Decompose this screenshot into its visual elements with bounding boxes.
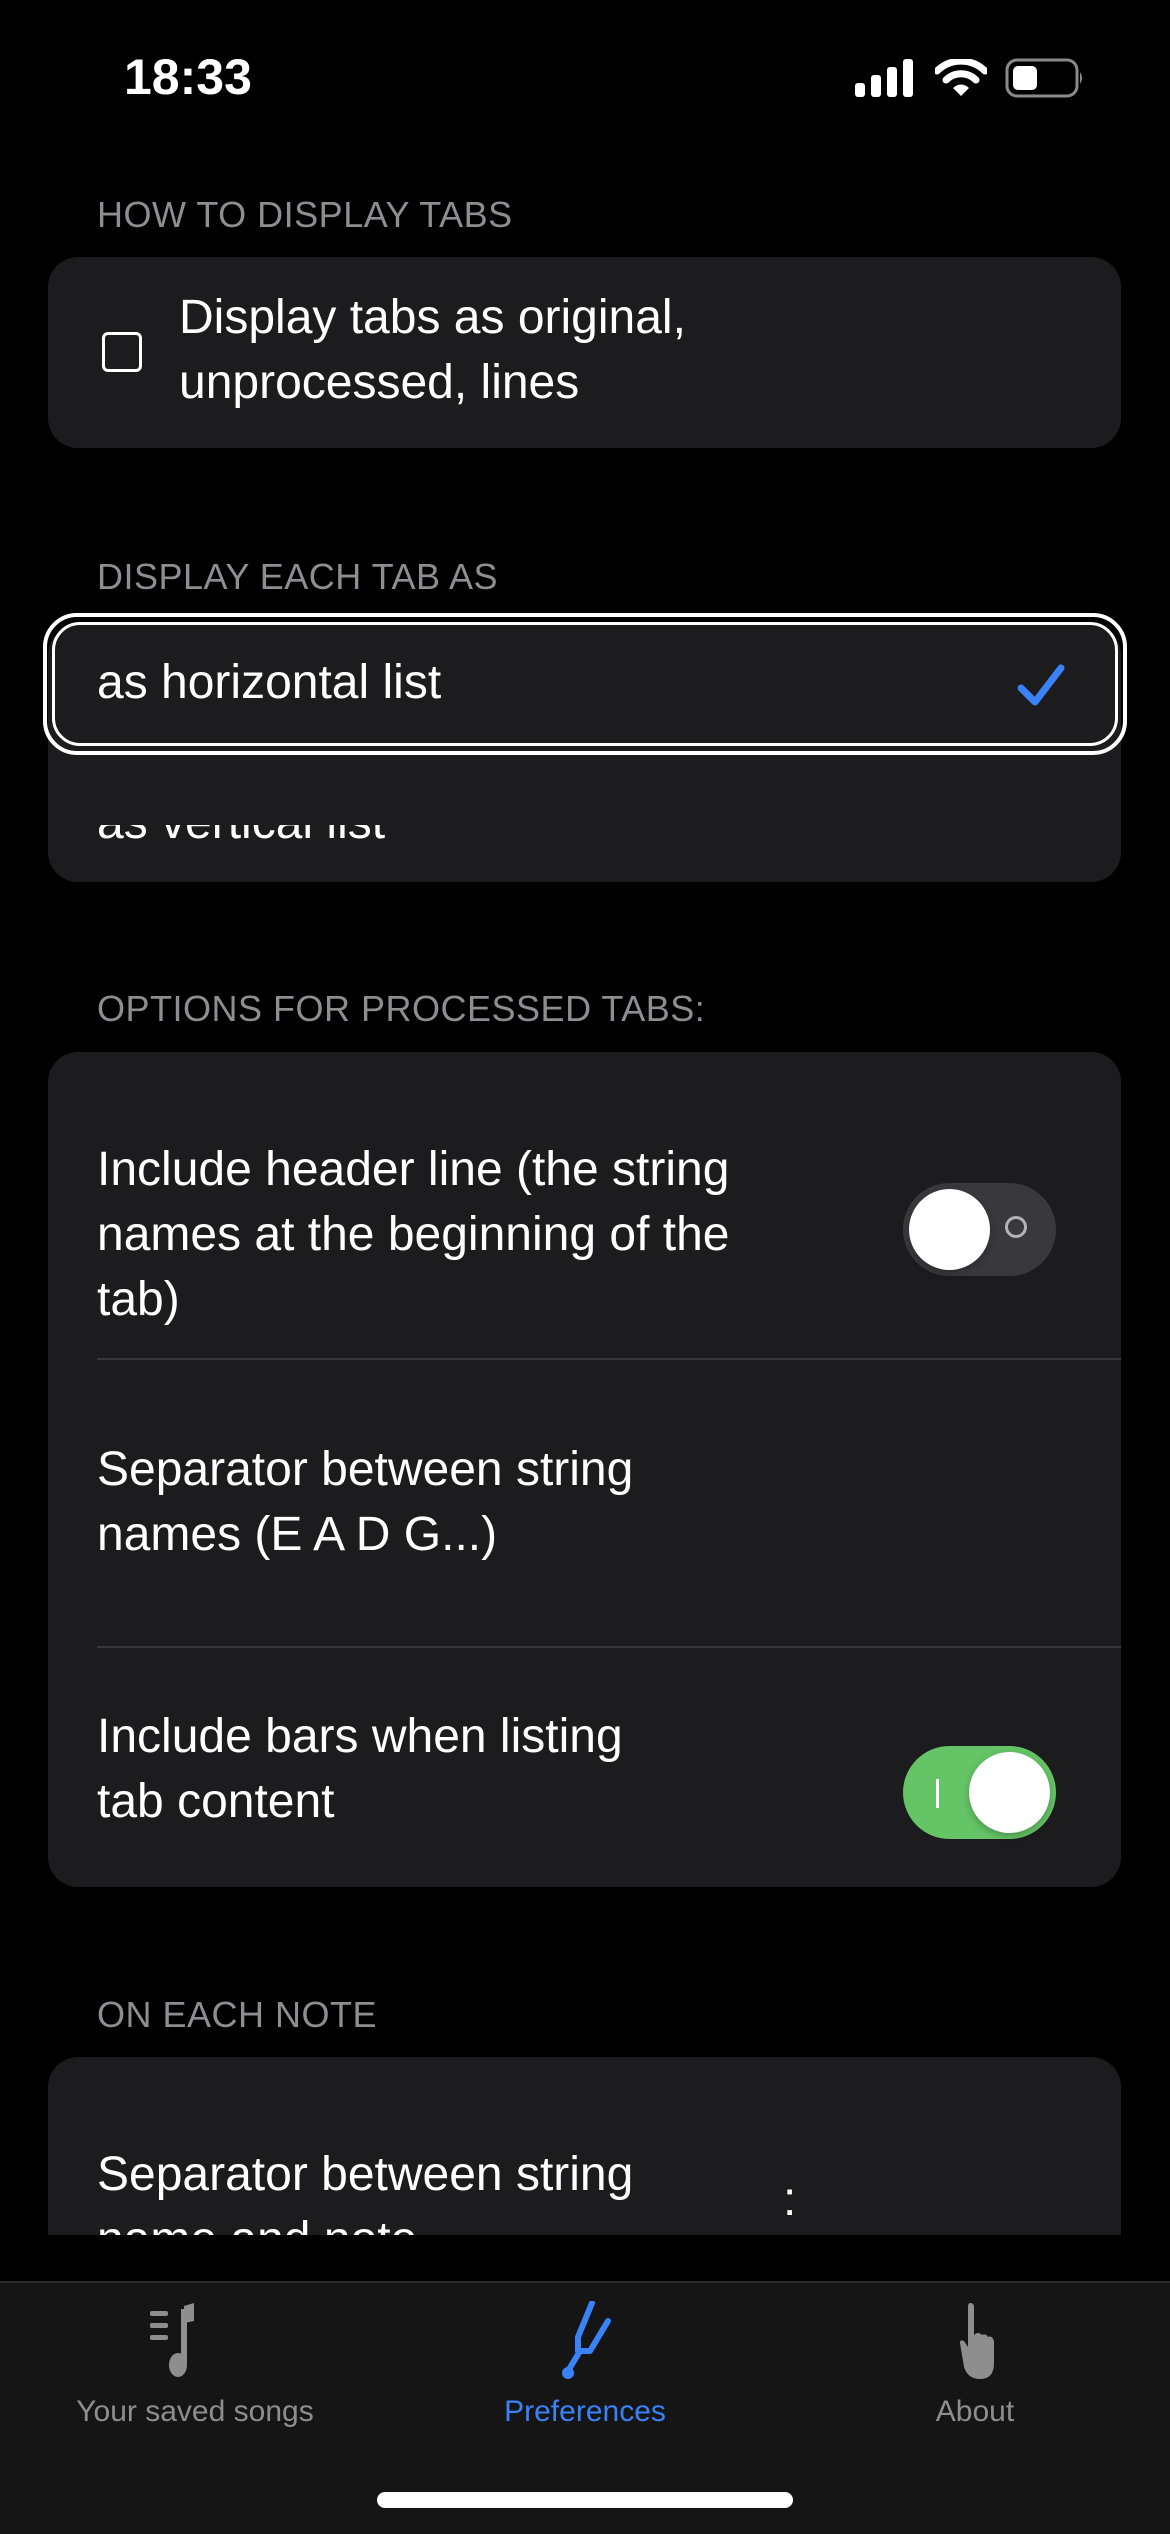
- tab-label: Your saved songs: [76, 2395, 314, 2428]
- tab-label: Preferences: [504, 2395, 666, 2428]
- row-label-line1: Separator between string: [97, 2148, 634, 2201]
- row-label-line3: tab): [97, 1273, 180, 1326]
- home-indicator[interactable]: [377, 2492, 793, 2508]
- toggle-on-glyph: [936, 1779, 939, 1808]
- row-label-line1: Include header line (the string: [97, 1143, 730, 1196]
- row-label-line2: names at the beginning of the: [97, 1208, 730, 1261]
- lower-content: OPTIONS FOR PROCESSED TABS: Include head…: [0, 0, 1170, 2235]
- tab-your-saved-songs[interactable]: Your saved songs: [0, 2283, 390, 2463]
- row-separator-string-names[interactable]: Separator between string names (E A D G.…: [48, 1360, 1121, 1647]
- row-label: Separator between string name and note: [97, 2142, 633, 2235]
- row-label: Separator between string names (E A D G.…: [97, 1437, 633, 1567]
- tab-about[interactable]: About: [780, 2283, 1170, 2463]
- hand-pointer-icon: [960, 2303, 994, 2379]
- row-label: Include bars when listing tab content: [97, 1704, 623, 1834]
- row-include-header-line: Include header line (the string names at…: [48, 1052, 1121, 1358]
- music-list-icon: [150, 2303, 194, 2377]
- row-label-line1: Include bars when listing: [97, 1710, 623, 1763]
- row-label-line1: Separator between string: [97, 1443, 634, 1496]
- row-include-bars: Include bars when listing tab content: [48, 1648, 1121, 1887]
- tab-label: About: [935, 2395, 1015, 2428]
- row-label-line2: names (E A D G...): [97, 1508, 498, 1561]
- row-label-line2: name and note: [97, 2207, 633, 2235]
- toggle-off-glyph: [1005, 1216, 1027, 1238]
- on-each-note-card: Separator between string name and note :: [48, 2057, 1121, 2235]
- include-bars-toggle[interactable]: [903, 1746, 1056, 1839]
- toggle-knob: [909, 1189, 990, 1270]
- tab-preferences[interactable]: Preferences: [390, 2283, 780, 2463]
- section-header-on-each-note: ON EACH NOTE: [97, 1994, 378, 2035]
- row-label-line2: tab content: [97, 1775, 335, 1828]
- tuning-fork-icon: [562, 2301, 611, 2379]
- section-header-processed-options: OPTIONS FOR PROCESSED TABS:: [97, 988, 706, 1029]
- row-separator-string-name-note[interactable]: Separator between string name and note :: [48, 2057, 1121, 2235]
- row-value: :: [783, 2173, 797, 2226]
- row-label: Include header line (the string names at…: [97, 1137, 729, 1332]
- include-header-line-toggle[interactable]: [903, 1183, 1056, 1276]
- processed-options-card: Include header line (the string names at…: [48, 1052, 1121, 1887]
- toggle-knob: [969, 1752, 1050, 1833]
